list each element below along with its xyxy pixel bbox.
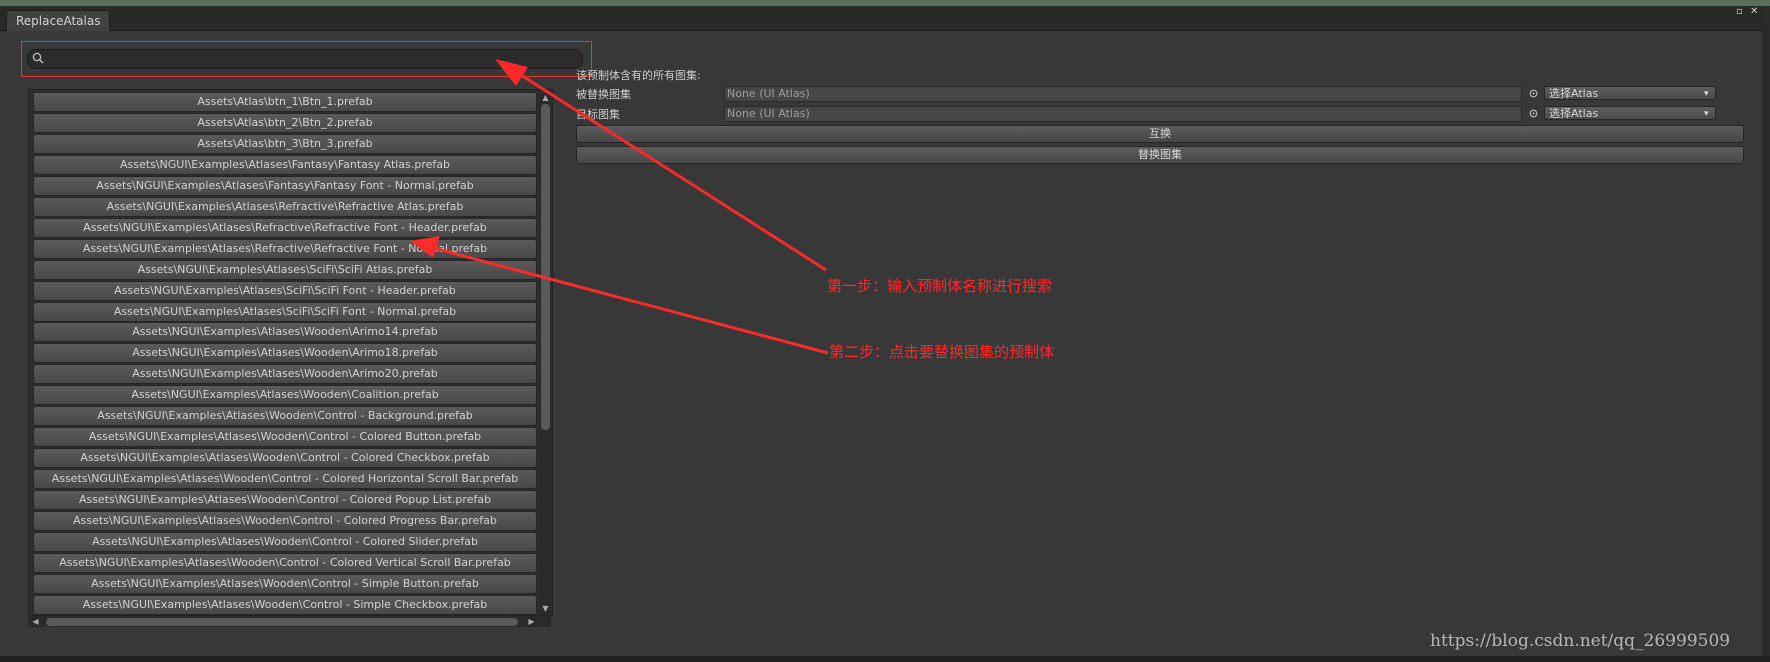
target-atlas-dropdown[interactable]: 选择Atlas	[1544, 106, 1716, 120]
maximize-icon[interactable]: ▫	[1736, 6, 1743, 17]
list-item[interactable]: Assets\NGUI\Examples\Atlases\SciFi\SciFi…	[33, 301, 537, 322]
window-edge	[1762, 6, 1770, 656]
replaced-atlas-field[interactable]: None (UI Atlas)	[724, 86, 1522, 102]
chevron-down-icon: ▾	[1704, 89, 1709, 99]
list-item[interactable]: Assets\NGUI\Examples\Atlases\Refractive\…	[33, 217, 537, 238]
replaced-atlas-dropdown[interactable]: 选择Atlas	[1544, 86, 1716, 100]
tab-replace-atlas[interactable]: ReplaceAtalas	[6, 10, 111, 33]
scroll-left-icon[interactable]: ◀	[31, 617, 40, 626]
list-item[interactable]: Assets\NGUI\Examples\Atlases\Wooden\Cont…	[33, 511, 537, 531]
list-item[interactable]: Assets\NGUI\Examples\Atlases\Wooden\Arim…	[33, 343, 537, 364]
bottom-strip	[0, 656, 1770, 662]
atlas-list-heading: 该预制体含有的所有图集:	[576, 69, 701, 82]
list-item[interactable]: Assets\NGUI\Examples\Atlases\SciFi\SciFi…	[33, 280, 537, 301]
list-item[interactable]: Assets\NGUI\Examples\Atlases\Wooden\Cont…	[33, 406, 537, 427]
list-item[interactable]: Assets\Atlas\btn_3\Btn_3.prefab	[33, 133, 537, 154]
scroll-right-icon[interactable]: ▶	[527, 617, 536, 626]
close-icon[interactable]: ✕	[1750, 6, 1758, 17]
search-icon	[32, 52, 44, 64]
list-item[interactable]: Assets\Atlas\btn_1\Btn_1.prefab	[33, 92, 537, 112]
annotation-step2: 第二步：点击要替换图集的预制体	[829, 343, 1055, 361]
list-item[interactable]: Assets\NGUI\Examples\Atlases\Fantasy\Fan…	[33, 175, 537, 196]
search-input[interactable]	[27, 49, 583, 69]
list-item[interactable]: Assets\NGUI\Examples\Atlases\Wooden\Cont…	[33, 490, 537, 511]
tab-bar: ReplaceAtalas	[0, 6, 1770, 33]
watermark: https://blog.csdn.net/qq_26999509	[1430, 631, 1731, 651]
swap-button[interactable]: 互换	[576, 125, 1744, 143]
list-item[interactable]: Assets\NGUI\Examples\Atlases\Wooden\Cont…	[33, 552, 537, 573]
list-item[interactable]: Assets\NGUI\Examples\Atlases\SciFi\SciFi…	[33, 259, 537, 280]
annotation-step1: 第一步：输入预制体名称进行搜索	[827, 277, 1053, 295]
list-item[interactable]: Assets\NGUI\Examples\Atlases\Refractive\…	[33, 196, 537, 217]
list-item[interactable]: Assets\NGUI\Examples\Atlases\Wooden\Cont…	[33, 448, 537, 469]
list-item[interactable]: Assets\NGUI\Examples\Atlases\Wooden\Coal…	[33, 385, 537, 406]
list-item[interactable]: Assets\NGUI\Examples\Atlases\Wooden\Cont…	[33, 594, 537, 615]
list-item[interactable]: Assets\NGUI\Examples\Atlases\Refractive\…	[33, 238, 537, 259]
object-picker-icon[interactable]	[1529, 89, 1538, 98]
list-item[interactable]: Assets\NGUI\Examples\Atlases\Fantasy\Fan…	[33, 154, 537, 175]
target-atlas-field[interactable]: None (UI Atlas)	[724, 106, 1522, 122]
list-item[interactable]: Assets\NGUI\Examples\Atlases\Wooden\Arim…	[33, 322, 537, 343]
scroll-up-icon[interactable]: ▲	[541, 93, 550, 102]
chevron-down-icon: ▾	[1704, 109, 1709, 119]
vertical-scroll-thumb[interactable]	[541, 104, 550, 430]
replaced-atlas-label: 被替换图集	[576, 88, 631, 101]
list-item[interactable]: Assets\NGUI\Examples\Atlases\Wooden\Cont…	[33, 469, 537, 490]
target-atlas-label: 目标图集	[576, 108, 620, 121]
list-item[interactable]: Assets\NGUI\Examples\Atlases\Wooden\Cont…	[33, 573, 537, 594]
object-picker-icon[interactable]	[1529, 109, 1538, 118]
horizontal-scroll-thumb[interactable]	[46, 618, 518, 626]
prefab-list[interactable]: Assets\Atlas\btn_1\Btn_1.prefab Assets\At…	[28, 89, 553, 616]
scroll-down-icon[interactable]: ▼	[541, 604, 550, 613]
list-item[interactable]: Assets\NGUI\Examples\Atlases\Wooden\Cont…	[33, 531, 537, 552]
list-item[interactable]: Assets\Atlas\btn_2\Btn_2.prefab	[33, 112, 537, 133]
list-item[interactable]: Assets\NGUI\Examples\Atlases\Wooden\Arim…	[33, 364, 537, 385]
list-item[interactable]: Assets\NGUI\Examples\Atlases\Wooden\Cont…	[33, 427, 537, 448]
replace-atlas-button[interactable]: 替换图集	[576, 146, 1744, 164]
